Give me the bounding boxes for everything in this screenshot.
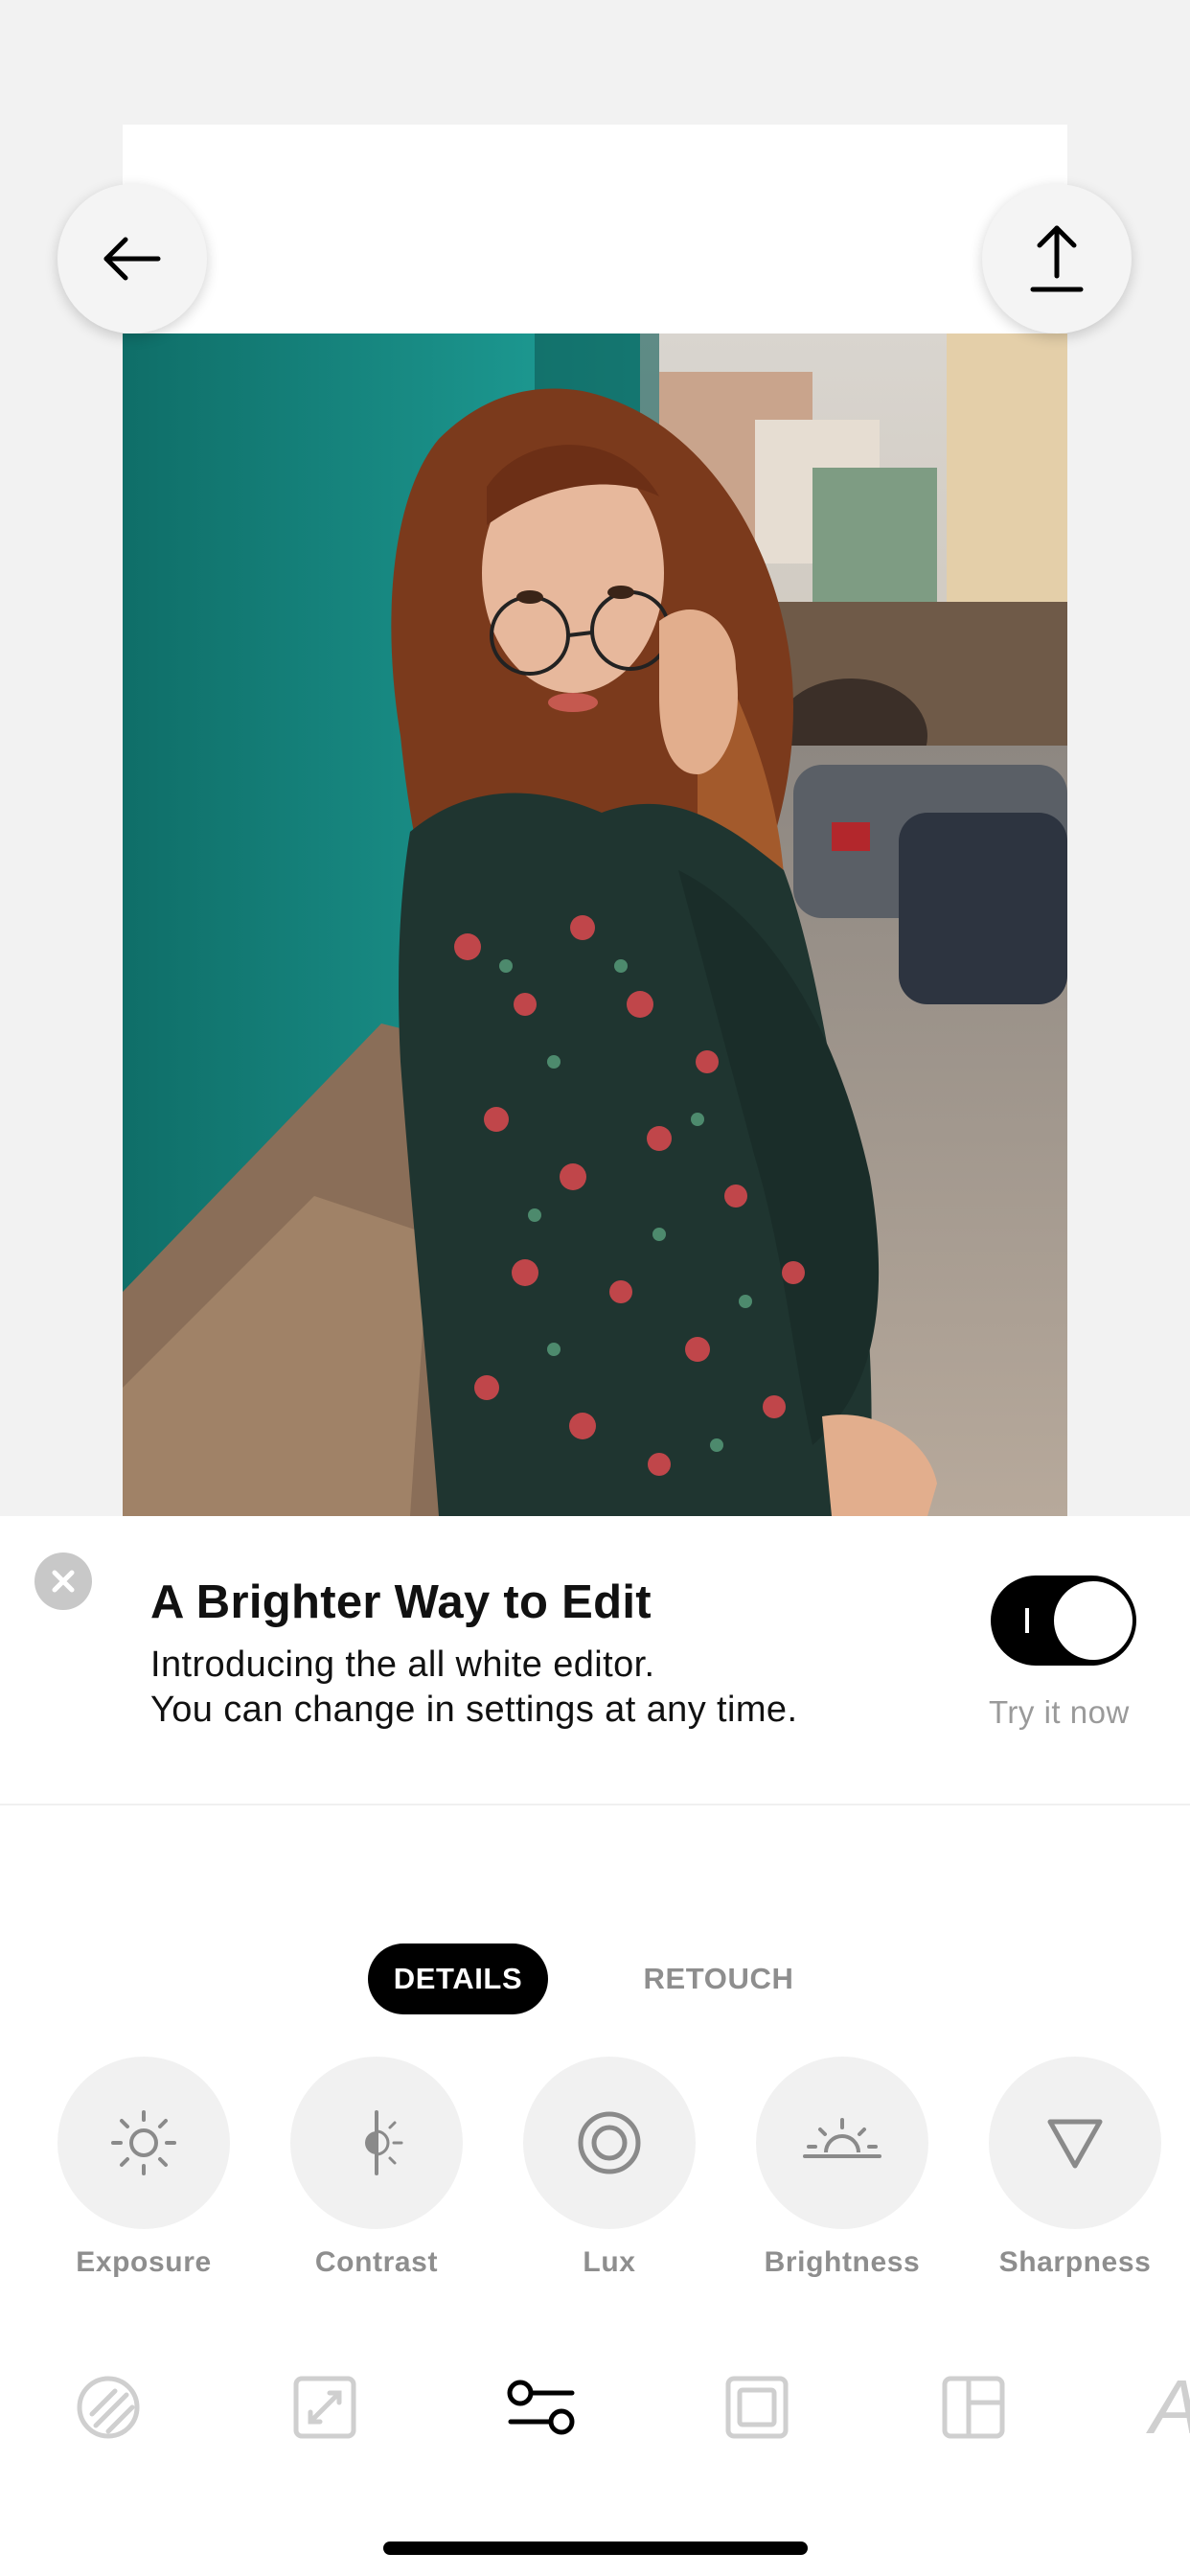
toggle-knob bbox=[1054, 1581, 1133, 1660]
nav-layout[interactable] bbox=[926, 2359, 1021, 2455]
filters-icon bbox=[77, 2376, 140, 2439]
close-icon bbox=[52, 1570, 75, 1593]
announcement-banner: A Brighter Way to Edit Introducing the a… bbox=[0, 1516, 1190, 1806]
tool-sharpness-circle bbox=[989, 2057, 1161, 2229]
tool-contrast[interactable]: Contrast bbox=[266, 2057, 487, 2296]
crop-expand-icon bbox=[293, 2376, 356, 2439]
banner-close-button[interactable] bbox=[34, 1552, 92, 1610]
photo-frame bbox=[123, 125, 1067, 1516]
tab-retouch[interactable]: RETOUCH bbox=[613, 1944, 824, 2014]
back-button[interactable] bbox=[57, 184, 207, 334]
contrast-icon bbox=[365, 2110, 403, 2175]
tool-brightness-label: Brightness bbox=[764, 2246, 921, 2278]
tool-brightness[interactable]: Brightness bbox=[732, 2057, 952, 2296]
arrow-left-icon bbox=[103, 237, 161, 281]
nav-frame[interactable] bbox=[709, 2359, 805, 2455]
edited-photo[interactable] bbox=[123, 334, 1067, 1516]
nav-filters[interactable] bbox=[60, 2359, 156, 2455]
toggle-caption: Try it now bbox=[989, 1694, 1130, 1730]
banner-text-line-1: Introducing the all white editor. bbox=[150, 1644, 655, 1685]
tab-details[interactable]: DETAILS bbox=[368, 1944, 548, 2014]
adjust-sliders-icon bbox=[507, 2380, 575, 2435]
editor-panel: A Brighter Way to Edit Introducing the a… bbox=[0, 1516, 1190, 2576]
share-upload-icon bbox=[1030, 225, 1084, 292]
sun-icon bbox=[111, 2110, 176, 2175]
tool-contrast-label: Contrast bbox=[314, 2246, 439, 2278]
toggle-on-mark bbox=[1025, 1608, 1029, 1633]
tool-sharpness-label: Sharpness bbox=[998, 2246, 1152, 2278]
triangle-down-icon bbox=[1047, 2119, 1103, 2169]
nav-adjust[interactable] bbox=[493, 2359, 589, 2455]
tool-exposure[interactable]: Exposure bbox=[34, 2057, 254, 2296]
tool-exposure-label: Exposure bbox=[76, 2246, 212, 2278]
tool-exposure-circle bbox=[57, 2057, 230, 2229]
frame-icon bbox=[725, 2376, 789, 2439]
lux-rings-icon bbox=[578, 2111, 641, 2174]
nav-crop[interactable] bbox=[277, 2359, 373, 2455]
tool-sharpness[interactable]: Sharpness bbox=[965, 2057, 1185, 2296]
tool-contrast-circle bbox=[290, 2057, 463, 2229]
tool-lux-circle bbox=[523, 2057, 696, 2229]
white-editor-toggle[interactable] bbox=[991, 1576, 1136, 1666]
photo-canvas bbox=[0, 0, 1190, 1516]
text-icon[interactable]: A bbox=[1150, 2363, 1190, 2451]
share-button[interactable] bbox=[982, 184, 1132, 334]
tool-lux[interactable]: Lux bbox=[499, 2057, 720, 2296]
banner-title: A Brighter Way to Edit bbox=[150, 1576, 652, 1628]
bottom-toolbar: A bbox=[0, 2359, 1190, 2455]
tool-lux-label: Lux bbox=[583, 2246, 636, 2278]
photo-padding-top bbox=[123, 125, 1067, 334]
edit-mode-tabs: DETAILS RETOUCH bbox=[0, 1944, 1190, 2016]
banner-text-line-2: You can change in settings at any time. bbox=[150, 1690, 798, 1730]
home-indicator bbox=[383, 2542, 808, 2555]
layout-icon bbox=[942, 2376, 1005, 2439]
sunrise-icon bbox=[803, 2118, 881, 2158]
tool-brightness-circle bbox=[756, 2057, 928, 2229]
